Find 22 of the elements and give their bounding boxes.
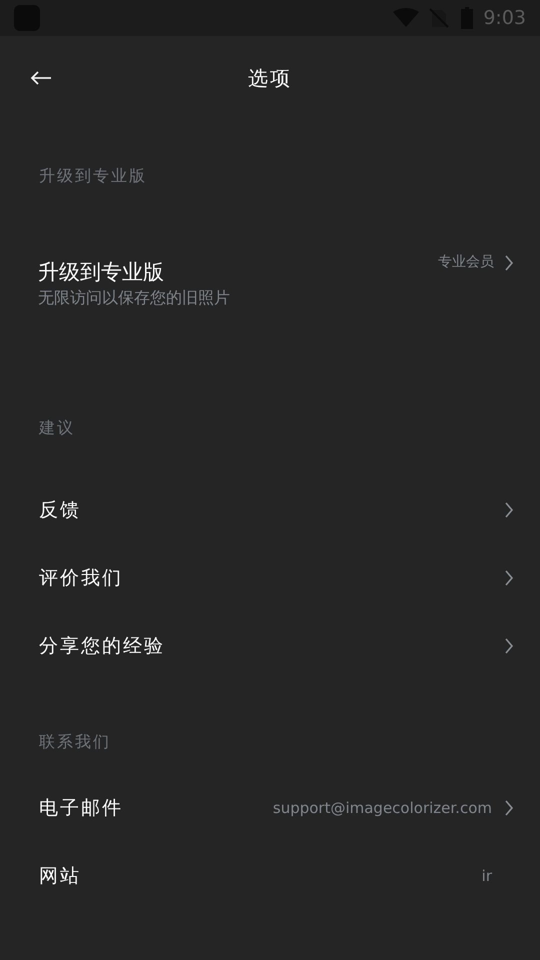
row-value: 专业会员	[438, 253, 494, 272]
settings-row[interactable]: 电子邮件 support@imagecolorizer.com	[0, 774, 540, 842]
row-label: 网站	[39, 864, 82, 889]
row-value: ir	[482, 866, 492, 887]
row-title: 升级到专业版	[38, 259, 165, 286]
section-header: 联系我们	[39, 731, 111, 753]
row-label: 反馈	[39, 498, 82, 523]
back-arrow-icon[interactable]	[30, 70, 52, 86]
row-value: support@imagecolorizer.com	[272, 798, 492, 819]
settings-row[interactable]: 网站 ir	[0, 842, 540, 910]
row-label: 评价我们	[39, 566, 124, 591]
status-time: 9:03	[483, 6, 526, 31]
section-header: 建议	[39, 417, 75, 439]
row-subtitle: 无限访问以保存您的旧照片	[38, 287, 231, 309]
settings-row[interactable]: 反馈	[0, 476, 540, 544]
settings-row[interactable]: 分享您的经验	[0, 612, 540, 680]
row-label: 电子邮件	[39, 796, 124, 821]
page-title: 选项	[248, 65, 292, 92]
upgrade-row[interactable]: 升级到专业版 无限访问以保存您的旧照片 专业会员	[0, 224, 540, 344]
section-header: 升级到专业版	[39, 165, 147, 187]
row-label: 分享您的经验	[39, 634, 166, 659]
settings-row[interactable]: 评价我们	[0, 544, 540, 612]
